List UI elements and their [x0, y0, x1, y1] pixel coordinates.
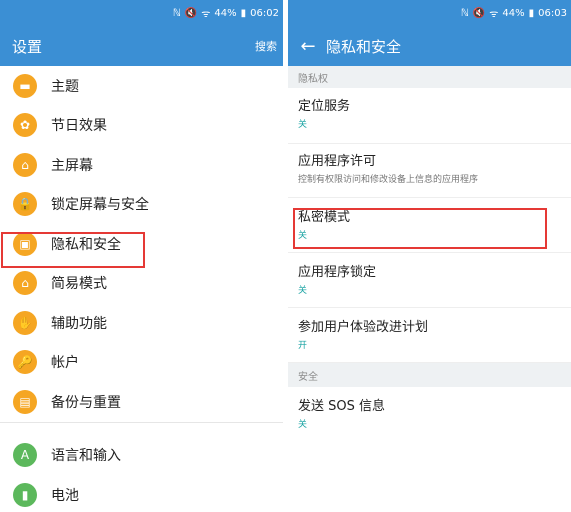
mute-icon: 🔇: [184, 7, 198, 19]
settings-item-label: 备份与重置: [51, 394, 121, 411]
settings-list: ▬ 主题 ✿ 节日效果 ⌂ 主屏幕 🔒 锁定屏幕与安全 ▣ 隐私和安全 ⌂ 简易…: [0, 66, 283, 512]
pref-title: 应用程序许可: [298, 154, 377, 169]
easy-mode-icon: ⌂: [13, 271, 37, 296]
settings-item-accessibility[interactable]: ✋ 辅助功能: [0, 303, 283, 343]
home-icon: ⌂: [13, 152, 37, 177]
pref-status: 开: [298, 341, 308, 351]
mute-icon: 🔇: [472, 7, 486, 19]
backup-icon: ▤: [13, 389, 37, 414]
settings-item-festival-effects[interactable]: ✿ 节日效果: [0, 106, 283, 146]
flower-icon: ✿: [13, 113, 37, 138]
clock: 06:03: [538, 7, 567, 19]
group-divider: [0, 421, 283, 436]
signal-icon: ᯤ: [489, 9, 499, 20]
back-arrow-icon[interactable]: ←: [296, 36, 320, 57]
settings-item-home-screen[interactable]: ⌂ 主屏幕: [0, 145, 283, 185]
settings-item-label: 锁定屏幕与安全: [51, 197, 149, 214]
battery-icon: ▮: [13, 482, 37, 507]
battery-percent: 44%: [214, 7, 237, 19]
status-bar: ℕ 🔇 ᯤ 44% ▮ 06:03: [288, 0, 571, 26]
nfc-icon: ℕ: [460, 7, 469, 19]
pref-ux-improvement[interactable]: 参加用户体验改进计划 开: [288, 308, 571, 363]
settings-item-lock-screen[interactable]: 🔒 锁定屏幕与安全: [0, 185, 283, 225]
status-bar: ℕ 🔇 ᯤ 44% ▮ 06:02: [0, 0, 283, 26]
app-bar: 设置 搜索: [0, 26, 283, 66]
search-button[interactable]: 搜索: [255, 38, 277, 54]
settings-item-backup-reset[interactable]: ▤ 备份与重置: [0, 382, 283, 422]
privacy-security-screen: ℕ 🔇 ᯤ 44% ▮ 06:03 ← 隐私和安全 隐私权 定位服务 关 应用程…: [288, 0, 571, 512]
signal-icon: ᯤ: [201, 9, 211, 20]
pref-app-permissions[interactable]: 应用程序许可 控制有权限访问和修改设备上信息的应用程序: [288, 144, 571, 198]
pref-status: 关: [298, 286, 308, 296]
page-title: 设置: [12, 37, 43, 56]
pref-send-sos[interactable]: 发送 SOS 信息 关: [288, 387, 571, 443]
pref-description: 控制有权限访问和修改设备上信息的应用程序: [298, 175, 479, 185]
settings-item-label: 节日效果: [51, 118, 107, 135]
battery-icon: ▮: [240, 7, 247, 19]
pref-title: 应用程序锁定: [298, 265, 377, 280]
lock-icon: 🔒: [13, 192, 37, 217]
battery-percent: 44%: [502, 7, 525, 19]
highlight-box: [1, 232, 145, 268]
pref-status: 关: [298, 420, 308, 430]
pref-title: 定位服务: [298, 99, 351, 114]
language-icon: A: [13, 443, 37, 468]
theme-icon: ▬: [13, 73, 37, 98]
highlight-box: [293, 208, 547, 249]
settings-item-label: 主题: [51, 78, 79, 95]
settings-item-label: 主屏幕: [51, 157, 93, 174]
settings-item-battery[interactable]: ▮ 电池: [0, 475, 283, 512]
page-title: 隐私和安全: [326, 37, 402, 56]
app-bar: ← 隐私和安全: [288, 26, 571, 66]
section-header-privacy: 隐私权: [288, 66, 571, 88]
settings-item-language-input[interactable]: A 语言和输入: [0, 436, 283, 476]
settings-item-easy-mode[interactable]: ⌂ 简易模式: [0, 264, 283, 304]
settings-item-label: 辅助功能: [51, 315, 107, 332]
nfc-icon: ℕ: [172, 7, 181, 19]
pref-status: 关: [298, 120, 308, 130]
pref-location-services[interactable]: 定位服务 关: [288, 88, 571, 144]
pref-app-lock[interactable]: 应用程序锁定 关: [288, 253, 571, 308]
settings-item-label: 帐户: [51, 355, 79, 372]
battery-icon: ▮: [528, 7, 535, 19]
key-icon: 🔑: [13, 350, 37, 375]
clock: 06:02: [250, 7, 279, 19]
pref-title: 参加用户体验改进计划: [298, 320, 429, 335]
settings-item-label: 电池: [51, 487, 79, 504]
settings-item-label: 语言和输入: [51, 448, 121, 465]
settings-item-label: 简易模式: [51, 276, 107, 293]
section-header-security: 安全: [288, 363, 571, 387]
settings-item-theme[interactable]: ▬ 主题: [0, 66, 283, 106]
pref-title: 发送 SOS 信息: [298, 399, 386, 414]
settings-item-accounts[interactable]: 🔑 帐户: [0, 343, 283, 383]
accessibility-icon: ✋: [13, 310, 37, 335]
